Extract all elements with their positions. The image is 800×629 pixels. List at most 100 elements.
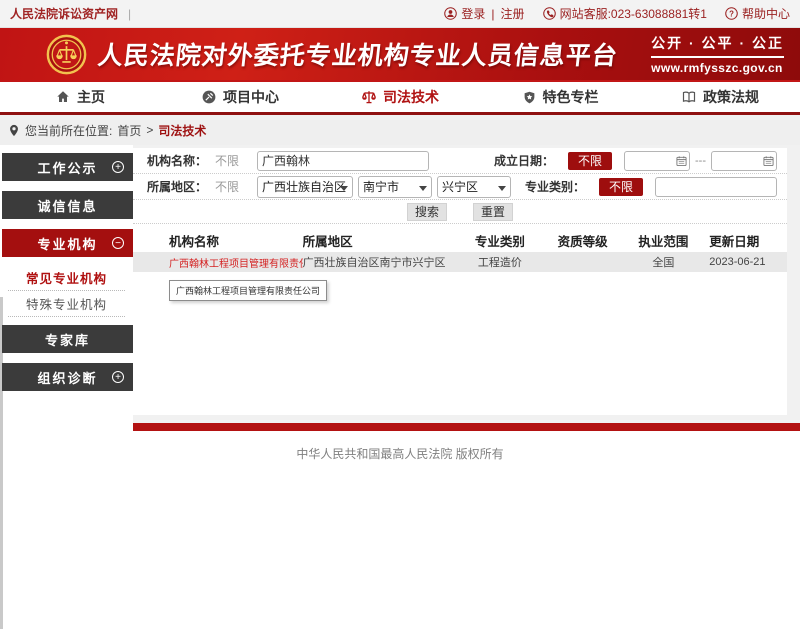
table-row: 广西翰林工程项目管理有限责任... 广西壮族自治区南宁市兴宁区 工程造价 全国 … — [133, 252, 787, 272]
help-icon: ? — [725, 7, 738, 20]
home-icon — [55, 89, 71, 105]
login-register-separator: | — [491, 7, 494, 21]
expand-plus-icon: + — [112, 161, 124, 173]
category-label: 专业类别： — [525, 178, 585, 195]
category-group: 专业类别： 不限 — [525, 177, 777, 197]
footer-copyright: 中华人民共和国最高人民法院 版权所有 — [296, 445, 503, 462]
project-icon — [201, 89, 217, 105]
main-nav: 主页 项目中心 司法技术 特色专栏 — [0, 80, 800, 115]
nav-label: 项目中心 — [223, 87, 279, 107]
filter-actions: 搜索 重置 — [133, 200, 787, 224]
table-header-org-name: 机构名称 — [133, 231, 303, 250]
nav-item-featured-columns[interactable]: 特色专栏 — [480, 82, 640, 112]
date-to-wrap — [711, 151, 777, 171]
site-name-link[interactable]: 人民法院诉讼资产网 — [10, 5, 118, 22]
org-name-tooltip: 广西翰林工程项目管理有限责任公司 — [169, 280, 327, 301]
calendar-icon[interactable] — [676, 155, 687, 166]
top-utility-bar: 人民法院诉讼资产网 | 登录 | 注册 网站客服:023-63088881转1 … — [0, 0, 800, 28]
table-header-updated: 更新日期 — [705, 231, 787, 250]
service-label: 网站客服:023-63088881转1 — [560, 5, 707, 22]
user-icon — [444, 7, 457, 20]
org-name-input[interactable] — [257, 151, 429, 171]
slogan: 公开 · 公平 · 公正 — [651, 33, 784, 58]
table-header-scope: 执业范围 — [622, 231, 706, 250]
nav-label: 特色专栏 — [543, 87, 599, 107]
sidebar-item-label: 专业机构 — [37, 234, 97, 253]
nav-item-policies[interactable]: 政策法规 — [640, 82, 800, 112]
sidebar-item-professional-orgs[interactable]: 专业机构 − — [2, 229, 133, 257]
district-select[interactable]: 兴宁区 — [437, 176, 511, 198]
login-link[interactable]: 登录 — [444, 5, 485, 22]
category-unlimited-button[interactable]: 不限 — [599, 178, 643, 196]
sidebar-item-label: 组织诊断 — [37, 368, 97, 387]
phone-icon — [543, 7, 556, 20]
content-panel: 机构名称： 不限 成立日期： 不限 --- — [133, 148, 787, 415]
nav-label: 政策法规 — [703, 87, 759, 107]
org-name-label: 机构名称： — [147, 152, 207, 169]
login-label: 登录 — [461, 5, 485, 22]
content-area: 机构名称： 不限 成立日期： 不限 --- — [133, 145, 800, 423]
cell-scope: 全国 — [622, 254, 706, 270]
founded-unlimited-button[interactable]: 不限 — [568, 152, 612, 170]
date-from-wrap — [624, 151, 690, 171]
results-table: 机构名称 所属地区 专业类别 资质等级 执业范围 更新日期 广西翰林工程项目管理… — [133, 228, 787, 272]
breadcrumb-prefix: 您当前所在位置: — [25, 122, 112, 139]
founded-date-group: 成立日期： 不限 --- — [494, 151, 777, 171]
topbar-divider: | — [128, 7, 131, 21]
scales-icon — [361, 89, 377, 105]
table-header-category: 专业类别 — [456, 231, 544, 250]
nav-label: 主页 — [77, 87, 105, 107]
sidebar-item-org-diagnosis[interactable]: 组织诊断 + — [2, 363, 133, 391]
table-header-grade: 资质等级 — [544, 231, 622, 250]
help-center-link[interactable]: ? 帮助中心 — [725, 5, 790, 22]
expand-plus-icon: + — [112, 371, 124, 383]
nav-item-home[interactable]: 主页 — [0, 82, 160, 112]
calendar-icon[interactable] — [763, 155, 774, 166]
book-icon — [681, 89, 697, 105]
city-select[interactable]: 南宁市 — [358, 176, 432, 198]
reset-button[interactable]: 重置 — [473, 203, 513, 221]
sidebar-item-expert-library[interactable]: 专家库 — [2, 325, 133, 353]
sidebar-item-label: 诚信信息 — [37, 196, 97, 215]
filter-row-name-date: 机构名称： 不限 成立日期： 不限 --- — [133, 148, 787, 174]
search-button[interactable]: 搜索 — [407, 203, 447, 221]
sidebar-item-label: 专家库 — [45, 330, 90, 349]
nav-item-judicial-technology[interactable]: 司法技术 — [320, 82, 480, 112]
province-select[interactable]: 广西壮族自治区 — [257, 176, 353, 198]
org-name-mode: 不限 — [215, 152, 245, 169]
table-header-row: 机构名称 所属地区 专业类别 资质等级 执业范围 更新日期 — [133, 228, 787, 252]
header-banner: 人民法院对外委托专业机构专业人员信息平台 公开 · 公平 · 公正 www.rm… — [0, 28, 800, 80]
breadcrumb: 您当前所在位置: 首页 > 司法技术 — [0, 115, 800, 145]
subitem-label: 特殊专业机构 — [26, 294, 107, 313]
website-url: www.rmfysszc.gov.cn — [651, 61, 784, 75]
service-phone[interactable]: 网站客服:023-63088881转1 — [543, 5, 707, 22]
register-link[interactable]: 注册 — [501, 5, 525, 22]
nav-item-project-center[interactable]: 项目中心 — [160, 82, 320, 112]
cell-region: 广西壮族自治区南宁市兴宁区 — [303, 254, 457, 270]
region-mode: 不限 — [215, 178, 245, 195]
footer: 中华人民共和国最高人民法院 版权所有 — [0, 431, 800, 476]
sidebar: 工作公示 + 诚信信息 专业机构 − 常见专业机构 特殊专业机构 专家库 组织诊… — [0, 145, 133, 423]
cell-updated: 2023-06-21 — [705, 256, 787, 268]
date-range-separator: --- — [695, 155, 706, 167]
category-input[interactable] — [655, 177, 777, 197]
topbar-right: 登录 | 注册 网站客服:023-63088881转1 ? 帮助中心 — [444, 5, 790, 22]
main-area: 工作公示 + 诚信信息 专业机构 − 常见专业机构 特殊专业机构 专家库 组织诊… — [0, 145, 800, 423]
cell-category: 工程造价 — [456, 254, 544, 270]
org-detail-link[interactable]: 广西翰林工程项目管理有限责任... — [169, 259, 303, 270]
sidebar-item-work-publicity[interactable]: 工作公示 + — [2, 153, 133, 181]
content-red-bar — [133, 423, 800, 431]
founded-date-label: 成立日期： — [494, 152, 554, 169]
location-pin-icon — [8, 124, 20, 137]
breadcrumb-current: 司法技术 — [158, 122, 206, 139]
filter-row-region-category: 所属地区： 不限 广西壮族自治区 南宁市 兴宁区 专业类别： 不限 — [133, 174, 787, 200]
sidebar-subitem-special-orgs[interactable]: 特殊专业机构 — [8, 291, 125, 317]
breadcrumb-home-link[interactable]: 首页 — [117, 122, 141, 139]
shield-icon — [522, 90, 537, 105]
sidebar-item-integrity-info[interactable]: 诚信信息 — [2, 191, 133, 219]
sidebar-subitem-common-orgs[interactable]: 常见专业机构 — [8, 265, 125, 291]
collapse-minus-icon: − — [112, 237, 124, 249]
register-label: 注册 — [501, 5, 525, 22]
table-header-region: 所属地区 — [303, 231, 457, 250]
court-emblem-logo — [46, 34, 87, 75]
